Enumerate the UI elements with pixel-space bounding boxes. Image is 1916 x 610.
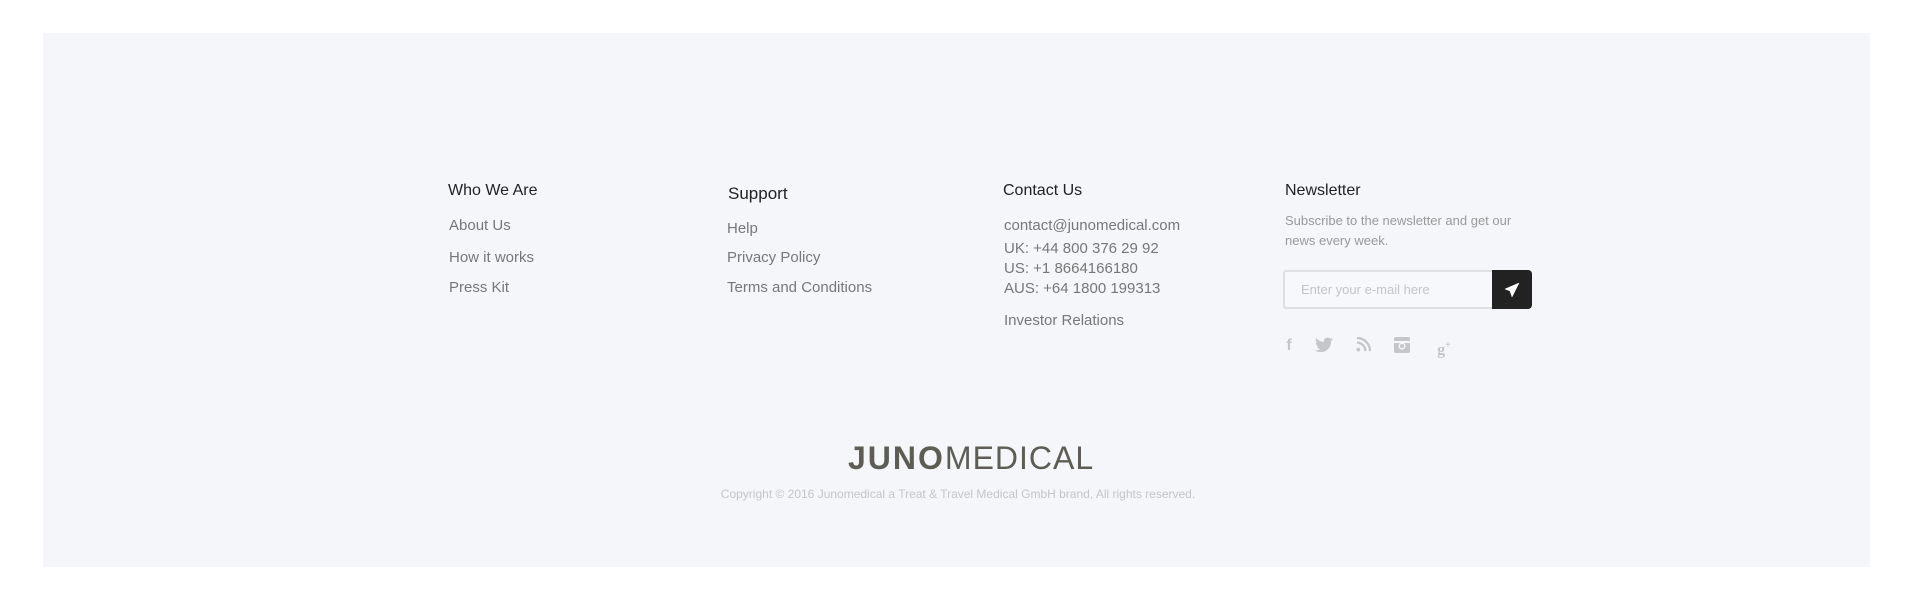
how-it-works-link[interactable]: How it works <box>449 249 534 266</box>
contact-email-link[interactable]: contact@junomedical.com <box>1004 217 1180 234</box>
junomedical-logo[interactable]: JUNOMEDICAL <box>848 440 1094 477</box>
google-plus-icon[interactable]: g+ <box>1433 337 1455 358</box>
newsletter-heading: Newsletter <box>1285 182 1361 199</box>
twitter-icon[interactable] <box>1315 337 1333 355</box>
investor-relations-link[interactable]: Investor Relations <box>1004 312 1124 329</box>
about-us-link[interactable]: About Us <box>449 217 511 234</box>
copyright-text: Copyright © 2016 Junomedical a Treat & T… <box>720 487 1196 501</box>
facebook-icon[interactable]: f <box>1280 337 1298 355</box>
who-we-are-heading: Who We Are <box>448 182 538 199</box>
newsletter-description: Subscribe to the newsletter and get our … <box>1285 213 1512 248</box>
instagram-icon[interactable] <box>1393 337 1411 355</box>
logo-medical: MEDICAL <box>944 440 1095 476</box>
help-link[interactable]: Help <box>727 220 758 237</box>
press-kit-link[interactable]: Press Kit <box>449 279 509 296</box>
newsletter-email-input[interactable] <box>1283 270 1492 309</box>
logo-juno: JUNO <box>848 440 945 476</box>
terms-link[interactable]: Terms and Conditions <box>727 279 872 296</box>
rss-icon[interactable] <box>1354 336 1372 355</box>
privacy-policy-link[interactable]: Privacy Policy <box>727 249 820 266</box>
newsletter-submit-button[interactable] <box>1492 270 1532 309</box>
support-heading: Support <box>728 184 788 203</box>
phone-us: US: +1 8664166180 <box>1004 260 1138 277</box>
paper-plane-icon <box>1504 282 1520 298</box>
phone-aus: AUS: +64 1800 199313 <box>1004 280 1161 297</box>
phone-uk: UK: +44 800 376 29 92 <box>1004 240 1159 257</box>
contact-us-heading: Contact Us <box>1003 182 1083 199</box>
